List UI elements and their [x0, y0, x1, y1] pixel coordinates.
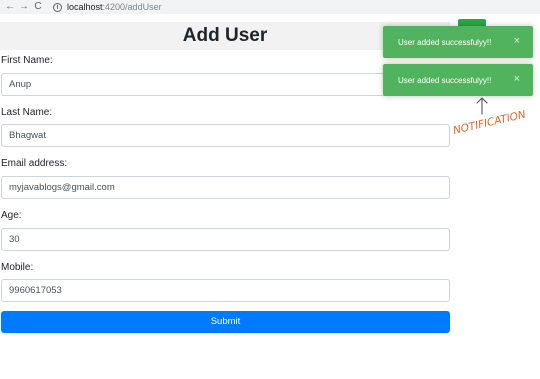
toast-message: User added successfulyy!! [398, 37, 492, 47]
up-arrow-icon [476, 97, 488, 115]
toast-message: User added successfulyy!! [398, 75, 492, 85]
browser-toolbar: ← → C i localhost:4200/addUser [0, 0, 540, 14]
submit-button[interactable]: Submit [1, 311, 450, 333]
info-icon[interactable]: i [53, 2, 62, 12]
notification-annotation: NOTIFICATION [452, 97, 527, 137]
forward-arrow-icon[interactable]: → [17, 0, 31, 14]
last-name-label: Last Name: [1, 107, 53, 118]
email-input[interactable]: myjavablogs@gmail.com [1, 176, 450, 199]
mobile-input[interactable]: 9960617053 [1, 279, 450, 302]
success-toast[interactable]: User added successfulyy!! × [383, 64, 533, 96]
age-input[interactable]: 30 [1, 228, 450, 251]
annotation-text: NOTIFICATION [452, 109, 527, 137]
reload-icon[interactable]: C [31, 0, 45, 14]
close-icon[interactable]: × [514, 35, 520, 47]
email-label: Email address: [1, 158, 68, 169]
first-name-label: First Name: [1, 55, 53, 66]
url-path: :4200/addUser [102, 2, 162, 12]
back-arrow-icon[interactable]: ← [3, 0, 17, 14]
success-toast[interactable]: User added successfulyy!! × [383, 26, 533, 58]
mobile-label: Mobile: [1, 262, 34, 273]
url-host: localhost [67, 2, 103, 12]
last-name-input[interactable]: Bhagwat [1, 124, 450, 147]
age-label: Age: [1, 210, 22, 221]
address-bar[interactable]: i localhost:4200/addUser [53, 2, 162, 12]
close-icon[interactable]: × [514, 73, 520, 85]
